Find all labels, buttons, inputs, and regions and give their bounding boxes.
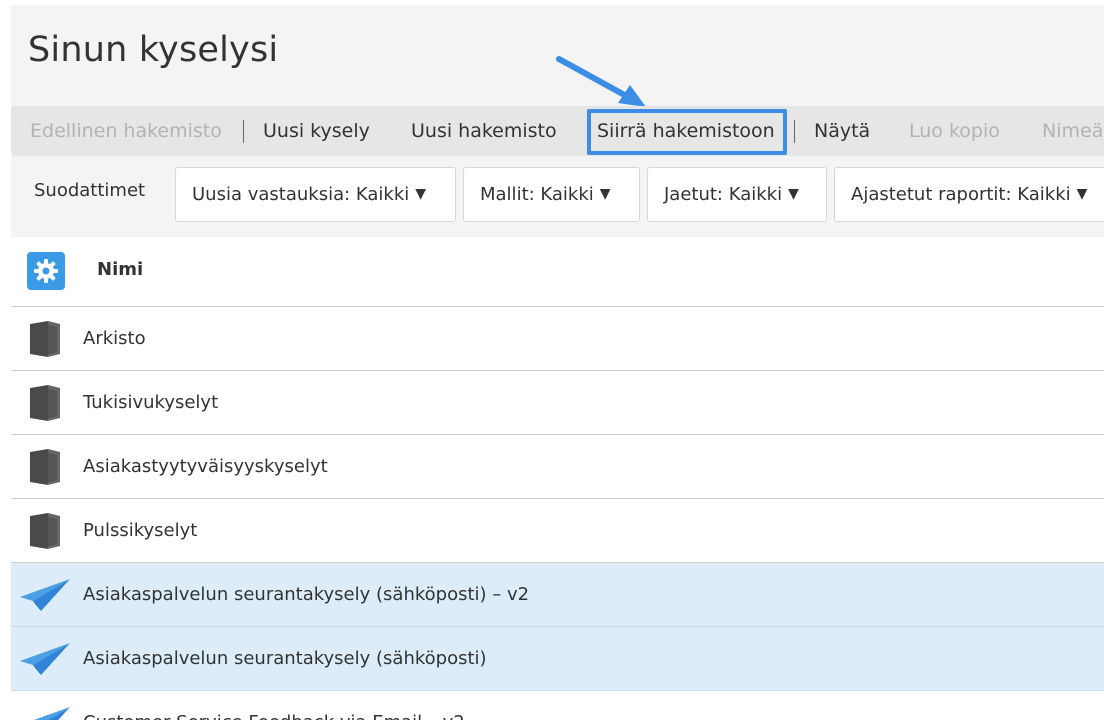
list-item[interactable]: Arkisto — [11, 307, 1104, 371]
caret-down-icon: ▼ — [599, 186, 611, 202]
filter-label: Ajastetut raportit: Kaikki — [851, 184, 1071, 205]
filter-label: Jaetut: Kaikki — [664, 184, 783, 205]
previous-folder-button[interactable]: Edellinen hakemisto — [30, 106, 222, 156]
item-name: Asiakaspalvelun seurantakysely (sähköpos… — [83, 648, 487, 669]
item-name: Tukisivukyselyt — [83, 392, 219, 413]
folder-icon — [30, 513, 60, 549]
highlight-box — [587, 109, 787, 155]
folder-icon — [30, 321, 60, 357]
paper-plane-icon — [20, 643, 70, 675]
item-name: Customer Service Feedback via Email – v2 — [83, 691, 465, 720]
rename-button[interactable]: Nimeä — [1042, 106, 1103, 156]
filter-label: Uusia vastauksia: Kaikki — [192, 184, 410, 205]
toolbar-separator — [794, 120, 795, 143]
item-name: Asiakastyytyväisyyskyselyt — [83, 456, 328, 477]
column-header-name[interactable]: Nimi — [97, 259, 143, 280]
item-name: Pulssikyselyt — [83, 520, 198, 541]
item-name: Asiakaspalvelun seurantakysely (sähköpos… — [83, 584, 530, 605]
page-title: Sinun kyselysi — [28, 30, 279, 70]
paper-plane-icon — [20, 579, 70, 611]
item-name: Arkisto — [83, 328, 146, 349]
filter-scheduled-reports[interactable]: Ajastetut raportit: Kaikki ▼ — [834, 167, 1104, 222]
list-item[interactable]: Asiakaspalvelun seurantakysely (sähköpos… — [11, 563, 1104, 627]
folder-icon — [30, 449, 60, 485]
caret-down-icon: ▼ — [788, 186, 799, 202]
copy-button[interactable]: Luo kopio — [909, 106, 1000, 156]
toolbar-separator — [243, 120, 244, 143]
list-item[interactable]: Customer Service Feedback via Email – v2 — [11, 691, 1104, 720]
filters-label: Suodattimet — [34, 180, 146, 201]
filter-shared[interactable]: Jaetut: Kaikki ▼ — [647, 167, 827, 222]
list-item[interactable]: Asiakaspalvelun seurantakysely (sähköpos… — [11, 627, 1104, 691]
new-folder-button[interactable]: Uusi hakemisto — [411, 106, 557, 156]
caret-down-icon: ▼ — [1076, 186, 1088, 202]
toolbar: Edellinen hakemisto Uusi kysely Uusi hak… — [11, 106, 1104, 156]
paper-plane-icon — [33, 707, 70, 720]
list-item[interactable]: Pulssikyselyt — [11, 499, 1104, 563]
gear-icon — [34, 259, 58, 283]
list-item[interactable]: Tukisivukyselyt — [11, 371, 1104, 435]
filter-label: Mallit: Kaikki — [480, 184, 594, 205]
filter-new-responses[interactable]: Uusia vastauksia: Kaikki ▼ — [175, 167, 456, 222]
settings-button[interactable] — [27, 252, 65, 290]
list-header: Nimi — [11, 237, 1104, 307]
folder-icon — [30, 385, 60, 421]
caret-down-icon: ▼ — [415, 186, 427, 202]
view-button[interactable]: Näytä — [814, 106, 870, 156]
new-survey-button[interactable]: Uusi kysely — [263, 106, 370, 156]
filter-templates[interactable]: Mallit: Kaikki ▼ — [463, 167, 640, 222]
list-item[interactable]: Asiakastyytyväisyyskyselyt — [11, 435, 1104, 499]
survey-list: Nimi Arkisto Tukisivukyselyt Asiakastyyt… — [11, 237, 1104, 720]
